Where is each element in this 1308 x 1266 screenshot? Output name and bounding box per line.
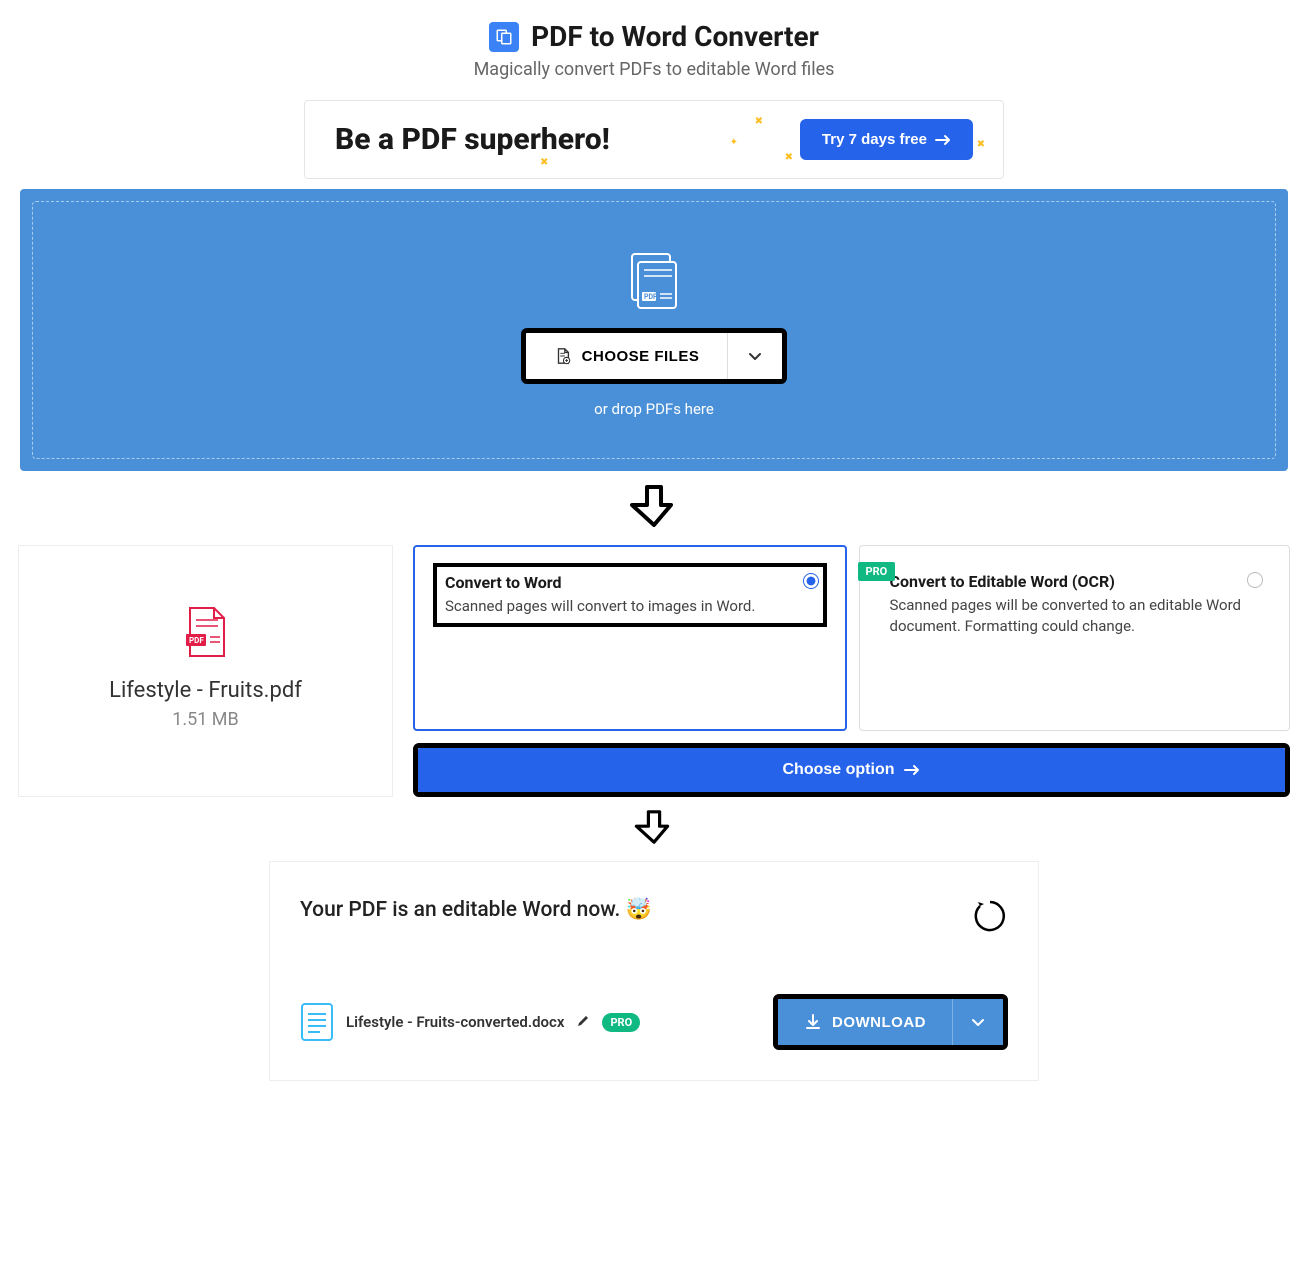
arrow-right-icon xyxy=(935,134,951,146)
pdf-word-icon xyxy=(489,22,519,52)
flow-arrow-icon xyxy=(0,481,1308,535)
banner-headline: Be a PDF superhero! xyxy=(335,122,610,157)
sparkle-icon: ✦ xyxy=(730,137,738,148)
docx-file-icon xyxy=(300,1002,334,1042)
download-button[interactable]: DOWNLOAD xyxy=(778,999,952,1045)
choose-files-button[interactable]: CHOOSE FILES xyxy=(526,333,728,379)
sparkle-icon: ✖ xyxy=(755,116,763,127)
option-title: Convert to Editable Word (OCR) xyxy=(890,572,1260,591)
option-convert-to-word[interactable]: Convert to Word Scanned pages will conve… xyxy=(413,545,847,731)
choose-files-label: CHOOSE FILES xyxy=(582,348,700,365)
options-section: PDF Lifestyle - Fruits.pdf 1.51 MB Conve… xyxy=(18,545,1290,797)
pro-badge: PRO xyxy=(602,1013,640,1032)
radio-unselected[interactable] xyxy=(1247,572,1263,588)
promo-banner: ✖ ✖ ✖ ✖ ✦ Be a PDF superhero! Try 7 days… xyxy=(304,100,1004,179)
uploaded-file-size: 1.51 MB xyxy=(39,709,372,730)
option-desc: Scanned pages will convert to images in … xyxy=(445,596,815,617)
result-file-row: Lifestyle - Fruits-converted.docx PRO xyxy=(300,1002,640,1042)
download-icon xyxy=(804,1013,822,1031)
chevron-down-icon xyxy=(971,1017,985,1027)
try-free-label: Try 7 days free xyxy=(822,131,927,148)
flow-arrow-icon xyxy=(0,807,1308,851)
svg-text:PDF: PDF xyxy=(644,293,657,301)
edit-filename-button[interactable] xyxy=(576,1013,590,1032)
pro-badge: PRO xyxy=(858,562,896,581)
options-column: Convert to Word Scanned pages will conve… xyxy=(393,545,1290,797)
file-preview-panel: PDF Lifestyle - Fruits.pdf 1.51 MB xyxy=(18,545,393,797)
result-message: Your PDF is an editable Word now. 🤯 xyxy=(300,898,652,922)
sparkle-icon: ✖ xyxy=(785,152,793,163)
download-dropdown[interactable] xyxy=(952,999,1003,1045)
file-add-icon xyxy=(554,347,572,365)
page-title: PDF to Word Converter xyxy=(531,20,819,53)
drop-hint: or drop PDFs here xyxy=(33,400,1275,418)
sparkle-icon: ✖ xyxy=(977,139,985,150)
arrow-right-icon xyxy=(904,764,920,776)
download-label: DOWNLOAD xyxy=(832,1014,926,1031)
retry-button[interactable] xyxy=(972,898,1008,934)
dropzone[interactable]: PDF CHOOSE FILES or drop PDFs here xyxy=(32,201,1276,459)
option-desc: Scanned pages will be converted to an ed… xyxy=(890,595,1260,637)
choose-option-button[interactable]: Choose option xyxy=(418,748,1285,792)
pdf-stack-icon: PDF xyxy=(33,252,1275,314)
page-subtitle: Magically convert PDFs to editable Word … xyxy=(0,59,1308,80)
pdf-file-icon: PDF xyxy=(39,606,372,662)
result-filename: Lifestyle - Fruits-converted.docx xyxy=(346,1013,564,1031)
uploaded-file-name: Lifestyle - Fruits.pdf xyxy=(39,678,372,703)
svg-text:PDF: PDF xyxy=(189,636,204,645)
choose-files-dropdown[interactable] xyxy=(727,333,782,379)
option-title: Convert to Word xyxy=(445,573,815,592)
radio-selected[interactable] xyxy=(803,573,819,589)
page-header: PDF to Word Converter Magically convert … xyxy=(0,20,1308,80)
try-free-button[interactable]: Try 7 days free xyxy=(800,119,973,160)
chevron-down-icon xyxy=(748,351,762,361)
dropzone-container: PDF CHOOSE FILES or drop PDFs here xyxy=(20,189,1288,471)
result-panel: Your PDF is an editable Word now. 🤯 Life… xyxy=(269,861,1039,1081)
sparkle-icon: ✖ xyxy=(540,157,548,168)
choose-files-group: CHOOSE FILES xyxy=(521,328,788,384)
option-convert-ocr[interactable]: PRO Convert to Editable Word (OCR) Scann… xyxy=(859,545,1291,731)
download-group: DOWNLOAD xyxy=(773,994,1008,1050)
choose-option-label: Choose option xyxy=(783,761,895,779)
